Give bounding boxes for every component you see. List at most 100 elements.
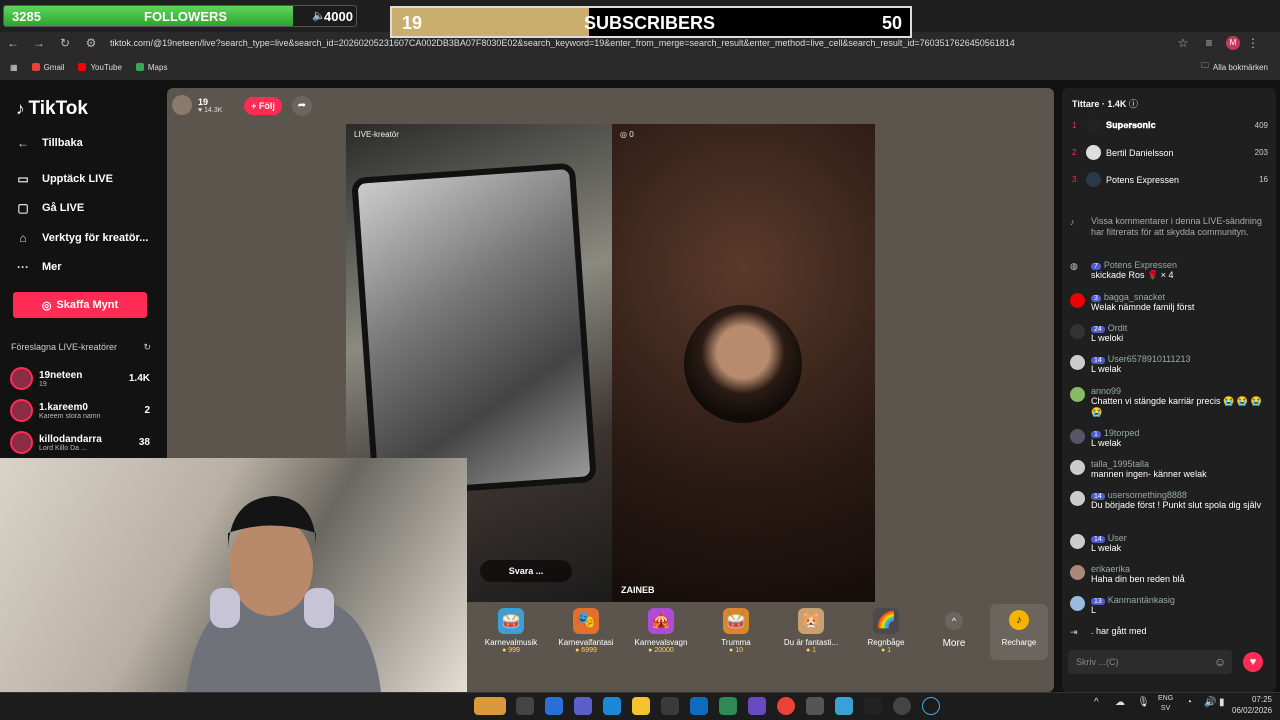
gift-item[interactable]: 🎭 Karnevalfantasi ● 6999 — [550, 608, 622, 654]
gift-item[interactable]: 🐹 Du är fantasti... ● 1 — [775, 608, 847, 654]
bookmark-star-icon[interactable]: ☆ — [1170, 36, 1196, 50]
shield-icon[interactable] — [719, 697, 737, 715]
volume-icon: 🔈 — [312, 10, 326, 22]
emoji-icon[interactable]: ☺ — [1214, 655, 1226, 669]
weather-widget-icon[interactable] — [474, 697, 506, 715]
back-icon[interactable]: ← — [0, 36, 26, 50]
opponent-avatar — [684, 305, 802, 423]
bookmark-maps[interactable]: Maps — [135, 63, 167, 72]
back-link[interactable]: ← Tillbaka — [16, 136, 83, 150]
mask-icon: 🎭 — [573, 608, 599, 634]
creator-item[interactable]: 1.kareem0 Kareem stora namn 2 — [10, 399, 150, 422]
share-icon[interactable]: ➦ — [292, 96, 312, 116]
site-info-icon[interactable]: ⚙ — [78, 36, 104, 50]
subscribers-goal-bar: 19 SUBSCRIBERS 50 — [390, 6, 912, 38]
recharge-button[interactable]: ♪ Recharge — [990, 604, 1048, 660]
photos-icon[interactable] — [835, 697, 853, 715]
sidebar-item-more[interactable]: ··· Mer — [16, 260, 62, 274]
speaker-icon[interactable]: 🔊 — [1204, 697, 1216, 708]
wifi-icon[interactable]: ◔ — [1186, 697, 1192, 708]
creator-item[interactable]: killodandarra Lord Killo Da ... 38 — [10, 431, 150, 454]
teams-icon[interactable] — [574, 697, 592, 715]
chrome-icon[interactable] — [777, 697, 795, 715]
creator-item[interactable]: 19neteen 19 1.4K — [10, 367, 150, 390]
opponent-name: ZAINEB — [621, 585, 655, 595]
avatar — [1070, 596, 1085, 611]
arrow-left-icon: ← — [17, 136, 29, 150]
avatar — [1070, 387, 1085, 402]
subscribers-label: SUBSCRIBERS — [584, 13, 716, 33]
top-viewer[interactable]: 1 𝐒𝐮𝐩𝐞𝐫𝐬𝐨𝐧𝐢𝐜 409 — [1072, 118, 1268, 133]
drum-icon: 🥁 — [498, 608, 524, 634]
profile-avatar[interactable]: M — [1226, 36, 1240, 50]
chat-message: 3 bagga_snacket Welak nämnde familj först — [1070, 292, 1270, 313]
subscribers-goal: 50 — [882, 13, 903, 33]
gift-item[interactable]: 🌈 Regnbåge ● 1 — [850, 608, 922, 654]
top-viewer[interactable]: 3 Potens Expressen 16 — [1072, 172, 1268, 187]
edge-icon[interactable] — [603, 697, 621, 715]
chat-message: 14 User6578910111213 L welak — [1070, 354, 1270, 375]
taskbar-clock[interactable]: 07:25 06/02/2026 — [1232, 694, 1272, 716]
chat-message: 13 Kanmantänkasig L — [1070, 595, 1270, 616]
tiktok-logo[interactable]: ♪ TikTok — [16, 98, 88, 120]
folder-icon: 🗀 — [1200, 61, 1209, 70]
home-icon: ⌂ — [19, 231, 27, 245]
all-bookmarks[interactable]: 🗀 Alla bokmärken — [1201, 60, 1268, 74]
avatar — [1086, 172, 1101, 187]
app-icon[interactable] — [806, 697, 824, 715]
language-indicator[interactable]: ENG SV — [1158, 694, 1173, 714]
sidebar-item-go-live[interactable]: ▢ Gå LIVE — [16, 201, 84, 215]
chat-message: 14 User L welak — [1070, 533, 1270, 554]
camera-icon: ▢ — [17, 201, 29, 215]
apps-icon[interactable]: ▦ — [10, 63, 18, 72]
file-explorer-icon[interactable] — [632, 697, 650, 715]
gmail-icon — [31, 63, 40, 71]
copilot-icon[interactable] — [545, 697, 563, 715]
sidebar-item-discover-live[interactable]: ▭ Upptäck LIVE — [16, 172, 113, 186]
avatar — [172, 95, 192, 115]
tiktok-note-icon: ♪ — [1070, 217, 1075, 227]
top-viewer[interactable]: 2 Bertil Danielsson 203 — [1072, 145, 1268, 160]
recorder-icon[interactable] — [922, 697, 940, 715]
followers-label: FOLLOWERS — [144, 9, 228, 24]
coin-icon: ♪ — [1009, 610, 1029, 630]
avatar — [1070, 491, 1085, 506]
obs-icon[interactable] — [864, 697, 882, 715]
coin-icon: ◎ — [41, 299, 52, 312]
url-field[interactable]: tiktok.com/@19neteen/live?search_type=li… — [110, 38, 1170, 48]
gift-item[interactable]: 🥁 Karnevalmusik ● 999 — [475, 608, 547, 654]
reload-icon[interactable]: ↻ — [52, 36, 78, 50]
more-gifts-button[interactable]: ^ More — [936, 612, 972, 649]
office-icon[interactable] — [748, 697, 766, 715]
battery-icon[interactable]: ▮ — [1219, 697, 1225, 708]
gift-price: ● 1 — [805, 647, 817, 654]
avatar — [10, 399, 33, 422]
bookmark-youtube[interactable]: YouTube — [78, 63, 122, 72]
media-icon[interactable]: ≡ — [1196, 36, 1222, 50]
chat-input[interactable]: Skriv ...(C) — [1068, 650, 1232, 674]
suggested-creators-header: Föreslagna LIVE-kreatörer ↻ — [11, 342, 151, 353]
host-info[interactable]: 19 ♥ 14.3K — [172, 95, 222, 115]
bookmark-gmail[interactable]: Gmail — [31, 63, 64, 72]
outlook-icon[interactable] — [690, 697, 708, 715]
get-coins-button[interactable]: ◎ Skaffa Mynt — [13, 292, 147, 318]
followers-current: 3285 — [12, 9, 41, 24]
follow-button[interactable]: + Följ — [244, 97, 282, 115]
menu-icon[interactable]: ⋮ — [1240, 36, 1266, 50]
refresh-icon[interactable]: ↻ — [143, 342, 151, 353]
drum-icon: 🥁 — [723, 608, 749, 634]
sidebar-item-creator-tools[interactable]: ⌂ Verktyg för kreatör... — [16, 231, 148, 245]
tray-overflow-icon[interactable]: ^ — [1094, 697, 1099, 708]
task-view-icon[interactable] — [516, 697, 534, 715]
chat-message: anno99 Chatten vi stängde karriär precis … — [1070, 386, 1270, 418]
store-icon[interactable] — [661, 697, 679, 715]
settings-icon[interactable] — [893, 697, 911, 715]
cloud-icon[interactable]: ☁ — [1115, 697, 1125, 708]
like-heart-button[interactable]: ♥ — [1243, 652, 1263, 672]
avatar — [1070, 429, 1085, 444]
gift-item[interactable]: 🎪 Karnevalsvagn ● 20000 — [625, 608, 697, 654]
gift-item[interactable]: 🥁 Trumma ● 10 — [700, 608, 772, 654]
info-icon[interactable]: ⓘ — [1129, 99, 1138, 109]
microphone-icon[interactable]: 🎙 — [1137, 697, 1150, 708]
forward-icon[interactable]: → — [26, 36, 52, 50]
